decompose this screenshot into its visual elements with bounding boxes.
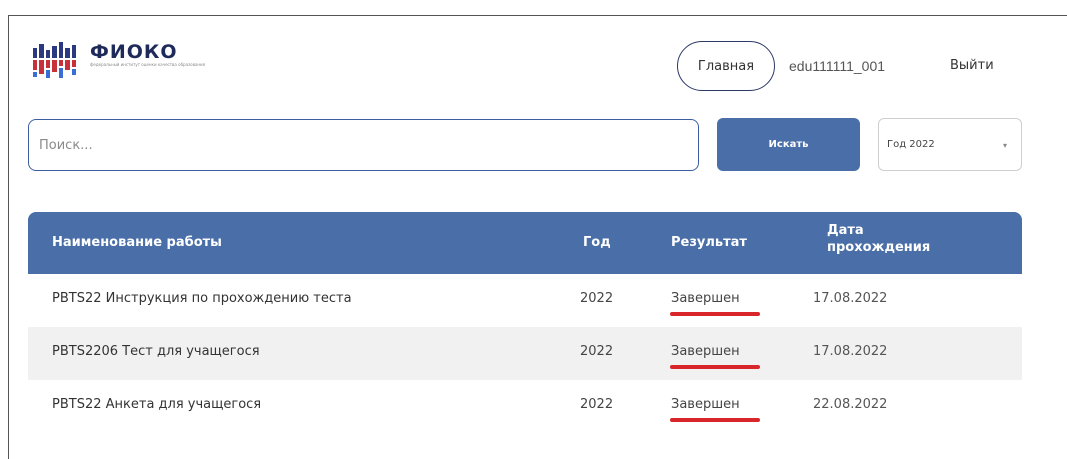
cell-name: PBTS22 Анкета для учащегося bbox=[52, 397, 262, 412]
column-header-year: Год bbox=[583, 235, 611, 250]
logout-link[interactable]: Выйти bbox=[950, 58, 994, 73]
cell-year: 2022 bbox=[580, 397, 614, 412]
table-row[interactable]: PBTS22 Инструкция по прохождению теста 2… bbox=[28, 274, 1022, 327]
year-select-value: Год 2022 bbox=[887, 139, 935, 150]
search-button[interactable]: Искать bbox=[717, 118, 860, 171]
logo[interactable]: ФИОКО федеральный институт оценки качест… bbox=[32, 42, 210, 84]
cell-result: Завершен bbox=[671, 344, 740, 359]
result-highlight bbox=[670, 312, 760, 316]
chevron-down-icon: ▾ bbox=[1002, 141, 1007, 150]
cell-date: 17.08.2022 bbox=[813, 291, 888, 306]
cell-result: Завершен bbox=[671, 291, 740, 306]
result-highlight bbox=[670, 418, 760, 422]
table-header: Наименование работы Год Результат Дата п… bbox=[28, 212, 1022, 274]
year-select[interactable]: Год 2022 ▾ bbox=[878, 118, 1022, 171]
result-highlight bbox=[670, 365, 760, 369]
table-row[interactable]: PBTS2206 Тест для учащегося 2022 Заверше… bbox=[28, 327, 1022, 380]
table-row[interactable]: PBTS22 Анкета для учащегося 2022 Заверше… bbox=[28, 380, 1022, 433]
results-table: Наименование работы Год Результат Дата п… bbox=[28, 212, 1022, 433]
cell-result: Завершен bbox=[671, 397, 740, 412]
cell-year: 2022 bbox=[580, 291, 614, 306]
column-header-result: Результат bbox=[671, 235, 747, 250]
cell-date: 17.08.2022 bbox=[813, 344, 888, 359]
column-header-date: Дата прохождения bbox=[827, 223, 931, 255]
logo-subtitle: федеральный институт оценки качества обр… bbox=[90, 62, 206, 67]
home-button[interactable]: Главная bbox=[677, 41, 775, 91]
username-label: edu111111_001 bbox=[789, 58, 886, 74]
cell-name: PBTS22 Инструкция по прохождению теста bbox=[52, 291, 352, 306]
cell-name: PBTS2206 Тест для учащегося bbox=[52, 344, 260, 359]
search-input[interactable] bbox=[28, 119, 699, 171]
column-header-name: Наименование работы bbox=[52, 235, 222, 250]
cell-year: 2022 bbox=[580, 344, 614, 359]
fioko-logo-icon bbox=[33, 42, 76, 78]
logo-title: ФИОКО bbox=[90, 41, 178, 63]
cell-date: 22.08.2022 bbox=[813, 397, 888, 412]
